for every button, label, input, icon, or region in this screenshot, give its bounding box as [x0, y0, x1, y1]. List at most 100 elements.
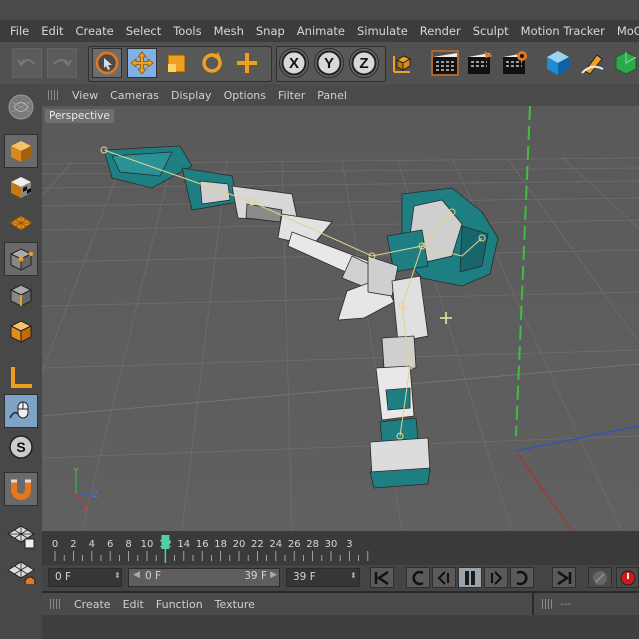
- next-keyframe-button[interactable]: [510, 567, 534, 588]
- viewport-menu-panel[interactable]: Panel: [311, 89, 353, 102]
- redo-button[interactable]: [47, 48, 77, 78]
- material-menu-edit[interactable]: Edit: [117, 598, 150, 611]
- panel-grip-icon[interactable]: [50, 599, 60, 609]
- next-frame-button[interactable]: [484, 567, 508, 588]
- menu-select[interactable]: Select: [120, 24, 167, 38]
- timeline-tick-label: 4: [89, 539, 95, 550]
- record-icon: [620, 570, 635, 585]
- range-right-arrow-icon[interactable]: ▶: [270, 570, 277, 580]
- timeline-tick-label: 2: [70, 539, 76, 550]
- generator-button[interactable]: [613, 48, 639, 78]
- locked-workplane-button[interactable]: [4, 518, 38, 552]
- record-keys-button[interactable]: [588, 567, 612, 588]
- menu-snap[interactable]: Snap: [250, 24, 291, 38]
- menu-animate[interactable]: Animate: [291, 24, 351, 38]
- viewport-scene: [42, 106, 639, 531]
- tweak-mode-button[interactable]: [4, 394, 38, 428]
- menu-mograph[interactable]: MoGraph: [611, 24, 639, 38]
- menu-simulate[interactable]: Simulate: [351, 24, 414, 38]
- make-editable-button[interactable]: [4, 90, 38, 124]
- previous-frame-icon: [437, 570, 449, 585]
- coordinate-system-icon: [393, 55, 412, 73]
- menu-sculpt[interactable]: Sculpt: [467, 24, 515, 38]
- axis-x-label: X: [289, 55, 299, 72]
- workplane-mode-button[interactable]: [4, 206, 38, 240]
- next-frame-icon: [491, 570, 503, 585]
- viewport-menu-view[interactable]: View: [66, 89, 104, 102]
- rotate-tool-button[interactable]: [197, 48, 227, 78]
- timeline-tick-label: 30: [325, 539, 338, 550]
- play-pause-button[interactable]: [458, 567, 482, 588]
- viewport-menu-display[interactable]: Display: [165, 89, 218, 102]
- render-settings-button[interactable]: [498, 48, 532, 78]
- timeline-tick-label: 22: [251, 539, 264, 550]
- snap-button[interactable]: S: [4, 430, 38, 464]
- menu-create[interactable]: Create: [70, 24, 120, 38]
- material-manager-content: [42, 615, 639, 639]
- scale-tool-button[interactable]: [162, 48, 192, 78]
- go-to-start-button[interactable]: [370, 567, 394, 588]
- spline-pen-button[interactable]: [578, 48, 608, 78]
- menu-file[interactable]: File: [0, 24, 35, 38]
- main-menu-bar: File Edit Create Select Tools Mesh Snap …: [0, 20, 639, 42]
- menu-tools[interactable]: Tools: [167, 24, 207, 38]
- workplane-mode-icon: [9, 215, 33, 231]
- previous-keyframe-button[interactable]: [406, 567, 430, 588]
- move-tool-button[interactable]: [127, 48, 157, 78]
- undo-button[interactable]: [12, 48, 42, 78]
- render-view-icon: [431, 50, 459, 76]
- add-object-button[interactable]: [232, 48, 262, 78]
- range-left-arrow-icon[interactable]: ◀: [133, 570, 140, 580]
- left-palette-bottom: [0, 584, 42, 639]
- viewport-menu-options[interactable]: Options: [218, 89, 272, 102]
- render-view-button[interactable]: [428, 48, 462, 78]
- end-frame-field[interactable]: 39 F: [286, 568, 360, 587]
- timeline-tick-label: 28: [306, 539, 319, 550]
- timeline-tick-label: 8: [125, 539, 131, 550]
- axis-x-button[interactable]: X: [279, 48, 309, 78]
- viewport-label[interactable]: Perspective: [45, 109, 114, 123]
- live-selection-button[interactable]: [92, 48, 122, 78]
- axis-y-label: Y: [324, 55, 334, 72]
- end-frame-stepper-icon[interactable]: ⬍: [350, 571, 357, 580]
- preview-range-slider[interactable]: ◀ 0 F 39 F ▶: [128, 568, 280, 587]
- axis-mode-button[interactable]: [4, 360, 38, 394]
- cube-primitive-button[interactable]: [543, 48, 573, 78]
- render-picture-viewer-button[interactable]: [463, 48, 497, 78]
- timeline-tick-label: 24: [269, 539, 282, 550]
- points-mode-button[interactable]: [4, 242, 38, 276]
- scale-icon: [167, 54, 186, 73]
- menu-edit[interactable]: Edit: [35, 24, 69, 38]
- coordinate-system-button[interactable]: [386, 48, 416, 78]
- range-start-value: 0 F: [145, 570, 162, 582]
- menu-render[interactable]: Render: [414, 24, 467, 38]
- viewport-menu-filter[interactable]: Filter: [272, 89, 311, 102]
- main-toolbar: X Y Z: [0, 42, 639, 85]
- panel-grip-icon[interactable]: [542, 599, 552, 609]
- previous-frame-button[interactable]: [432, 567, 456, 588]
- axis-gizmo-z-label: Z: [92, 490, 98, 500]
- panel-grip-icon[interactable]: [48, 90, 58, 100]
- axis-z-button[interactable]: Z: [349, 48, 379, 78]
- coordinates-panel-label: ---: [560, 598, 571, 610]
- texture-mode-button[interactable]: [4, 170, 38, 204]
- menu-mesh[interactable]: Mesh: [208, 24, 250, 38]
- timeline-ruler[interactable]: 0246810121416182022242628303: [42, 531, 639, 565]
- svg-text:S: S: [16, 439, 25, 455]
- autokey-button[interactable]: [616, 567, 639, 588]
- material-menu-create[interactable]: Create: [68, 598, 117, 611]
- menu-motion-tracker[interactable]: Motion Tracker: [515, 24, 611, 38]
- axis-y-button[interactable]: Y: [314, 48, 344, 78]
- viewport-menu-cameras[interactable]: Cameras: [104, 89, 165, 102]
- model-mode-button[interactable]: [4, 134, 38, 168]
- go-to-end-button[interactable]: [552, 567, 576, 588]
- magnet-tool-button[interactable]: [4, 472, 38, 506]
- start-frame-stepper-icon[interactable]: ⬍: [114, 571, 121, 580]
- material-menu-texture[interactable]: Texture: [209, 598, 261, 611]
- material-menu-function[interactable]: Function: [150, 598, 209, 611]
- axis-gizmo: Y Z X: [72, 468, 98, 514]
- start-frame-field[interactable]: 0 F: [48, 568, 122, 587]
- edges-mode-button[interactable]: [4, 278, 38, 312]
- perspective-viewport[interactable]: Perspective Y Z X: [42, 106, 639, 531]
- polygons-mode-button[interactable]: [4, 314, 38, 348]
